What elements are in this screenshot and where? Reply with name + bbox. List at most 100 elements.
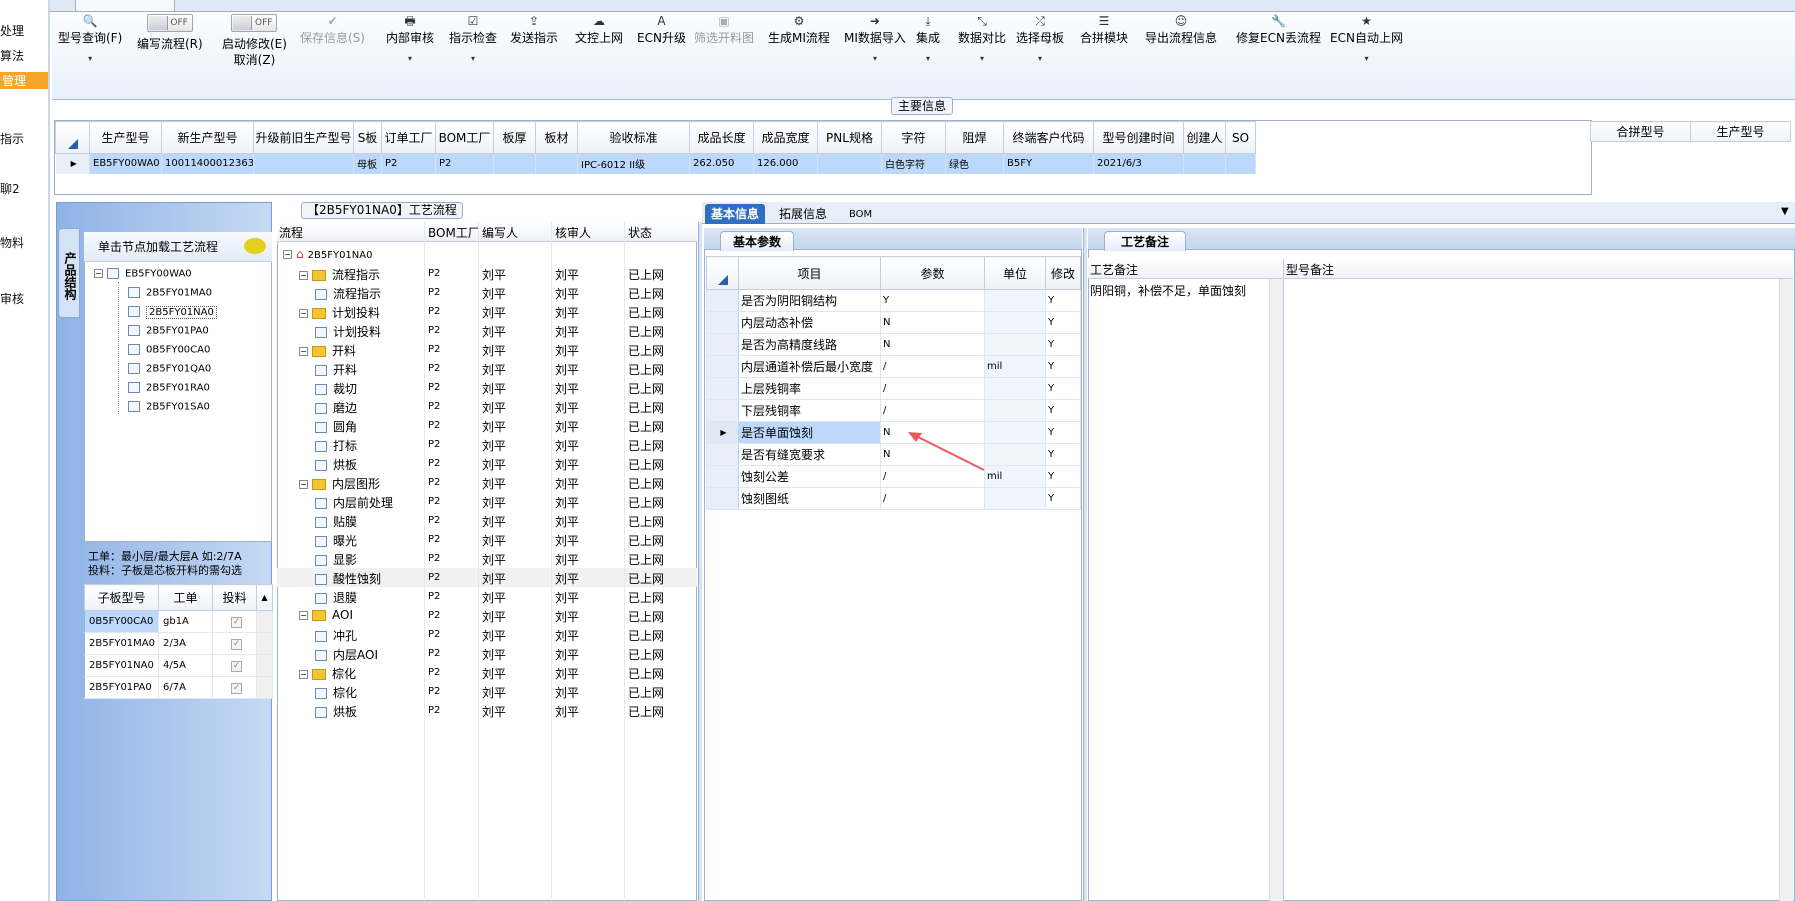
param-item[interactable]: 是否为高精度线路 <box>738 333 881 356</box>
param-modify[interactable]: Y <box>1045 311 1081 334</box>
col-header[interactable]: 创建人 <box>1183 121 1226 154</box>
scroll-track[interactable] <box>256 654 273 677</box>
chevron-down-icon[interactable]: ▾ <box>386 52 434 66</box>
flow-row[interactable]: 曝光 P2 刘平 刘平 已上网 <box>277 530 697 549</box>
col-header[interactable]: 子板型号 <box>84 584 159 611</box>
chevron-down-icon[interactable]: ▾ <box>1016 52 1064 66</box>
scroll-track[interactable] <box>256 632 273 655</box>
cell[interactable]: B5FY <box>1003 153 1094 174</box>
flow-row[interactable]: − 棕化 P2 刘平 刘平 已上网 <box>277 663 697 682</box>
cell[interactable] <box>493 153 536 174</box>
param-unit[interactable] <box>984 487 1046 510</box>
param-item[interactable]: 内层通道补偿后最小宽度 <box>738 355 881 378</box>
flow-row[interactable]: 圆角 P2 刘平 刘平 已上网 <box>277 416 697 435</box>
collapse-icon[interactable]: − <box>299 670 308 679</box>
param-row[interactable]: 内层通道补偿后最小宽度 / mil Y <box>706 355 1081 378</box>
param-row[interactable]: 蚀刻公差 / mil Y <box>706 465 1081 488</box>
chevron-down-icon[interactable]: ▾ <box>1330 52 1403 66</box>
param-modify[interactable]: Y <box>1045 377 1081 400</box>
process-note-text[interactable]: 阴阳铜，补偿不足，单面蚀刻 <box>1090 282 1246 299</box>
toolbar-button-6[interactable]: ⇪ 发送指示 <box>510 14 558 46</box>
toolbar-label-2[interactable]: 取消(Z) <box>222 52 287 68</box>
collapse-icon[interactable]: − <box>299 611 308 620</box>
toolbar-button-14[interactable]: ⤮ 选择母板 ▾ <box>1016 14 1064 66</box>
col-header[interactable]: SO <box>1225 121 1256 154</box>
param-item[interactable]: 下层残铜率 <box>738 399 881 422</box>
toolbar-button-1[interactable]: OFF 编写流程(R) <box>137 14 203 52</box>
col-header[interactable]: 工单 <box>158 584 213 611</box>
cell[interactable] <box>817 153 882 174</box>
param-modify[interactable]: Y <box>1045 421 1081 444</box>
param-unit[interactable] <box>984 377 1046 400</box>
cell[interactable]: P2 <box>435 153 494 174</box>
toolbar-button-10[interactable]: ⚙ 生成MI流程 <box>768 14 830 46</box>
col-header[interactable]: S板 <box>353 121 382 154</box>
toolbar-button-13[interactable]: ⤡ 数据对比 ▾ <box>958 14 1006 66</box>
col-header[interactable]: 成品长度 <box>689 121 754 154</box>
flow-row[interactable]: 内层前处理 P2 刘平 刘平 已上网 <box>277 492 697 511</box>
table-row[interactable]: 2B5FY01PA0 6/7A ✓ <box>84 676 273 699</box>
work-order[interactable]: 4/5A <box>158 654 213 677</box>
sub-board-id[interactable]: 0B5FY00CA0 <box>84 610 159 633</box>
flow-row[interactable]: 棕化 P2 刘平 刘平 已上网 <box>277 682 697 701</box>
flow-col-header[interactable]: 状态 <box>628 224 652 241</box>
flow-row[interactable]: 烘板 P2 刘平 刘平 已上网 <box>277 454 697 473</box>
cell[interactable]: EB5FY00WA0 <box>89 153 162 174</box>
toolbar-button-2[interactable]: OFF 启动修改(E) 取消(Z) <box>222 14 287 68</box>
cell[interactable] <box>535 153 578 174</box>
nav-item-4[interactable]: 聊2 <box>0 180 20 197</box>
param-row[interactable]: 是否为高精度线路 N Y <box>706 333 1081 356</box>
flow-row[interactable]: − AOI P2 刘平 刘平 已上网 <box>277 606 697 625</box>
toggle-switch[interactable]: OFF <box>222 14 287 36</box>
param-row[interactable]: 蚀刻图纸 / Y <box>706 487 1081 510</box>
toolbar-button-3[interactable]: ✔ 保存信息(S) <box>300 14 365 46</box>
param-item[interactable]: 蚀刻图纸 <box>738 487 881 510</box>
chevron-down-icon[interactable]: ▾ <box>958 52 1006 66</box>
chevron-down-icon[interactable]: ▾ <box>916 52 940 66</box>
flow-row[interactable]: 烘板 P2 刘平 刘平 已上网 <box>277 701 697 720</box>
col-header[interactable]: BOM工厂 <box>435 121 494 154</box>
param-row[interactable]: 是否有缝宽要求 N Y <box>706 443 1081 466</box>
tree-node[interactable]: 2B5FY01RA0 <box>128 382 210 394</box>
param-modify[interactable]: Y <box>1045 355 1081 378</box>
flow-col-header[interactable]: 流程 <box>279 224 303 241</box>
splitter-right[interactable] <box>1083 228 1087 901</box>
row-header[interactable] <box>706 377 739 400</box>
nav-item-6[interactable]: 审核 <box>0 290 24 307</box>
col-header[interactable]: 合拼型号 <box>1590 121 1691 142</box>
param-modify[interactable]: Y <box>1045 333 1081 356</box>
splitter[interactable] <box>698 222 702 901</box>
nav-item-2[interactable]: 管理 <box>0 72 48 89</box>
param-unit[interactable]: mil <box>984 465 1046 488</box>
param-item[interactable]: 是否为阴阳铜结构 <box>738 289 881 312</box>
cell[interactable]: 母板 <box>353 153 382 174</box>
collapse-icon[interactable]: − <box>299 347 308 356</box>
col-header[interactable]: 字符 <box>881 121 946 154</box>
model-note-scrollbar[interactable] <box>1779 279 1793 901</box>
flow-row[interactable]: − 开料 P2 刘平 刘平 已上网 <box>277 340 697 359</box>
table-row[interactable]: 2B5FY01NA0 4/5A ✓ <box>84 654 273 677</box>
flow-row[interactable]: 退膜 P2 刘平 刘平 已上网 <box>277 587 697 606</box>
param-value[interactable]: Y <box>880 289 985 312</box>
tab-0[interactable]: 基本信息 <box>705 204 766 224</box>
param-item[interactable]: 是否单面蚀刻 <box>738 421 881 444</box>
flow-row[interactable]: − 计划投料 P2 刘平 刘平 已上网 <box>277 302 697 321</box>
cell[interactable] <box>1225 153 1256 174</box>
param-col-header[interactable]: 参数 <box>880 256 985 290</box>
col-header[interactable]: 验收标准 <box>577 121 690 154</box>
chevron-down-icon[interactable]: ▾ <box>449 52 497 66</box>
param-col-header[interactable]: 项目 <box>738 256 881 290</box>
param-item[interactable]: 内层动态补偿 <box>738 311 881 334</box>
cell[interactable]: 白色字符 <box>881 153 946 174</box>
flow-row[interactable]: 打标 P2 刘平 刘平 已上网 <box>277 435 697 454</box>
row-header[interactable] <box>706 333 739 356</box>
tree-node[interactable]: 2B5FY01NA0 <box>128 305 217 319</box>
param-modify[interactable]: Y <box>1045 465 1081 488</box>
tab-1[interactable]: 拓展信息 <box>773 204 833 224</box>
cell[interactable]: IPC-6012 II级 <box>577 153 690 174</box>
toolbar-button-8[interactable]: A ECN升级 <box>637 14 686 46</box>
param-modify[interactable]: Y <box>1045 487 1081 510</box>
toolbar-button-9[interactable]: ▣ 筛选开料图 <box>694 14 754 46</box>
flow-col-header[interactable]: 核审人 <box>555 224 591 241</box>
row-header[interactable] <box>706 355 739 378</box>
